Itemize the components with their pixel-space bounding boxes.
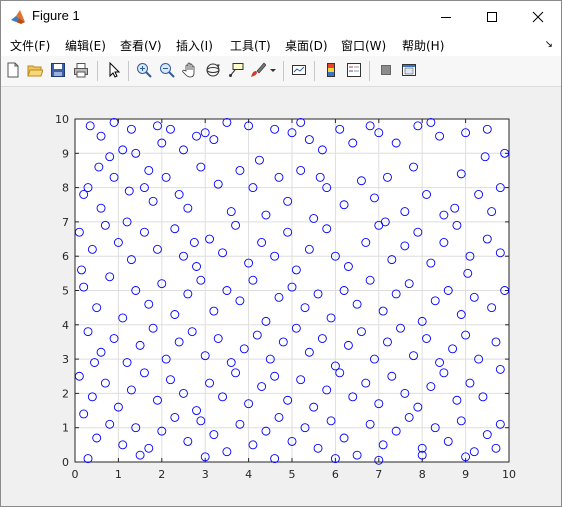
brush-dropdown-icon [270,69,276,72]
link-plot-icon [292,65,306,75]
data-cursor-button[interactable] [226,60,246,80]
pan-button[interactable] [180,60,200,80]
zoom-in-icon [137,63,152,78]
zoom-out-button[interactable] [157,60,177,80]
brush-button[interactable] [248,60,268,80]
toolbar-separator [128,61,129,81]
open-file-button[interactable] [25,60,45,80]
y-tick-label: 6 [62,250,69,263]
y-tick-label: 7 [62,216,69,229]
figure-canvas[interactable]: 0 1 2 3 4 5 6 7 8 9 10 0 1 2 3 4 5 6 7 8 9 10 [1,87,561,506]
toolbar-separator [314,61,315,81]
window-title: Figure 1 [32,8,80,23]
minimize-button[interactable] [423,1,469,32]
show-plot-tools-button[interactable] [399,60,419,80]
menu-help[interactable]: 帮助(H) [402,37,444,54]
data-cursor-icon [229,63,244,77]
x-tick-label: 5 [289,468,296,481]
menu-desktop[interactable]: 桌面(D) [285,37,328,54]
figure-toolbar [1,56,561,87]
toolbar-separator [283,61,284,81]
y-tick-label: 5 [62,285,69,298]
x-tick-label: 0 [72,468,79,481]
zoom-in-button[interactable] [134,60,154,80]
maximize-icon [487,11,497,22]
scatter-plot[interactable]: 0 1 2 3 4 5 6 7 8 9 10 0 1 2 3 4 5 6 7 8 9 10 [1,87,561,506]
y-tick-label: 3 [62,353,69,366]
y-tick-label: 4 [62,319,69,332]
open-file-icon [27,65,43,77]
print-icon [74,63,88,78]
figure-window: Figure 1 文件(F) 编辑(E) 查看(V) 插入(I) 工具(T) 桌… [0,0,562,507]
save-button[interactable] [48,60,68,80]
menu-overflow-arrow-icon[interactable]: ↘ [545,39,553,50]
select-arrow-icon [109,62,121,78]
y-tick-label: 1 [62,422,69,435]
x-tick-label: 1 [115,468,122,481]
menu-tools[interactable]: 工具(T) [230,37,271,54]
hide-plot-tools-icon [381,65,391,75]
save-icon [51,63,65,77]
x-tick-label: 9 [462,468,469,481]
pan-hand-icon [182,62,195,78]
rotate-3d-icon [206,63,220,77]
print-button[interactable] [71,60,91,80]
colorbar-button[interactable] [321,60,341,80]
x-tick-label: 3 [202,468,209,481]
y-tick-label: 8 [62,182,69,195]
y-tick-label: 10 [55,113,69,126]
brush-dropdown-button[interactable] [267,60,279,80]
zoom-out-icon [160,63,175,78]
show-plot-tools-icon [402,64,416,76]
x-tick-label: 2 [158,468,165,481]
x-tick-label: 8 [419,468,426,481]
x-tick-label: 10 [502,468,516,481]
x-tick-label: 6 [332,468,339,481]
maximize-button[interactable] [469,1,515,32]
x-tick-label: 4 [245,468,252,481]
menu-file[interactable]: 文件(F) [10,37,50,54]
hide-plot-tools-button[interactable] [376,60,396,80]
toolbar-separator [369,61,370,81]
menu-edit[interactable]: 编辑(E) [65,37,106,54]
legend-icon [347,63,361,77]
legend-button[interactable] [344,60,364,80]
toolbar-separator [97,61,98,81]
menu-view[interactable]: 查看(V) [120,37,162,54]
y-tick-label: 9 [62,147,69,160]
colorbar-icon [327,63,335,77]
link-plot-button[interactable] [289,60,309,80]
close-button[interactable] [515,1,561,32]
select-arrow-button[interactable] [104,60,124,80]
close-icon [532,11,544,22]
y-tick-label: 2 [62,387,69,400]
menu-window[interactable]: 窗口(W) [341,37,386,54]
rotate-3d-button[interactable] [203,60,223,80]
minimize-icon [441,16,451,18]
y-tick-label: 0 [62,456,69,469]
matlab-logo-icon [10,9,26,25]
x-tick-label: 7 [375,468,382,481]
menu-bar: 文件(F) 编辑(E) 查看(V) 插入(I) 工具(T) 桌面(D) 窗口(W… [1,32,561,56]
title-bar: Figure 1 [1,1,561,32]
new-figure-icon [7,62,19,78]
brush-icon [251,62,266,77]
menu-insert[interactable]: 插入(I) [176,37,213,54]
new-figure-button[interactable] [3,60,23,80]
